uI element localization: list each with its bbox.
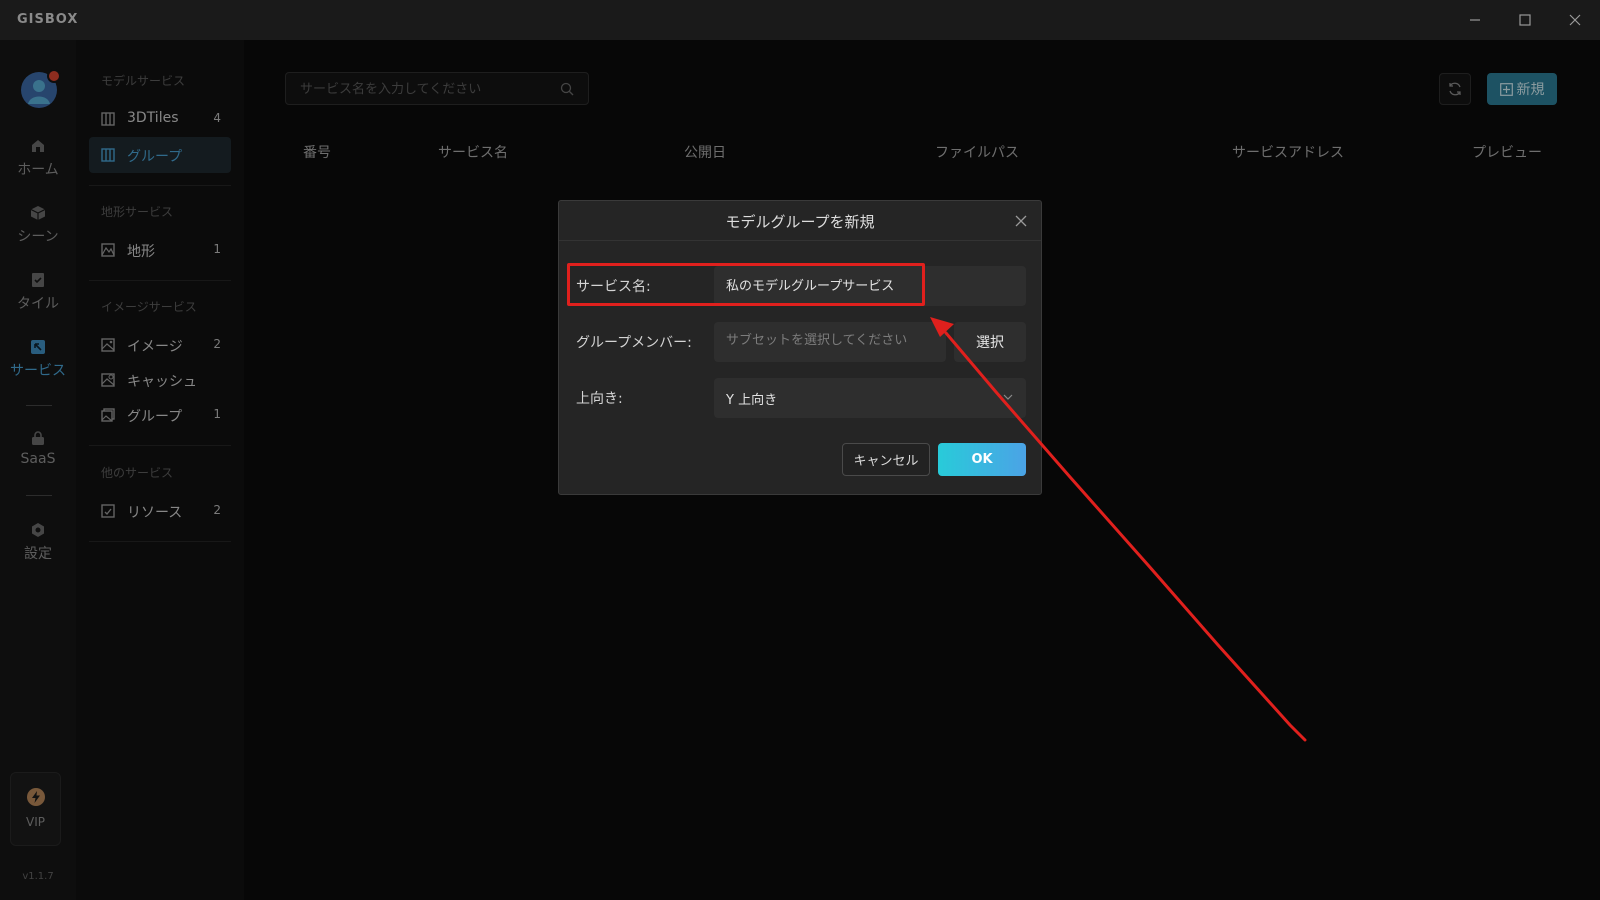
ok-label: OK bbox=[971, 452, 993, 467]
select-members-label: 選択 bbox=[976, 335, 1004, 351]
close-window-button[interactable] bbox=[1562, 8, 1588, 32]
select-members-button[interactable]: 選択 bbox=[954, 322, 1026, 362]
dialog-title: モデルグループを新規 bbox=[725, 213, 875, 231]
dialog-header: モデルグループを新規 bbox=[559, 201, 1041, 241]
up-axis-label: 上向き: bbox=[576, 391, 623, 407]
close-icon[interactable] bbox=[1013, 213, 1029, 229]
cancel-button[interactable]: キャンセル bbox=[842, 443, 930, 476]
maximize-icon bbox=[1519, 14, 1531, 26]
title-bar: GISBOX bbox=[0, 0, 1600, 40]
annotation-highlight-box bbox=[567, 263, 925, 306]
app-window: GISBOX ホーム シーン タイル サービス SaaS 設定 VIP v1.1… bbox=[0, 0, 1600, 900]
group-members-label: グループメンバー: bbox=[576, 335, 692, 351]
cancel-label: キャンセル bbox=[853, 454, 919, 469]
up-axis-select[interactable]: Y 上向き bbox=[714, 378, 1026, 418]
group-members-input[interactable] bbox=[726, 333, 936, 348]
minimize-icon bbox=[1470, 19, 1480, 21]
app-logo: GISBOX bbox=[17, 12, 79, 27]
ok-button[interactable]: OK bbox=[938, 443, 1026, 476]
maximize-button[interactable] bbox=[1512, 8, 1538, 32]
chevron-down-icon bbox=[1003, 394, 1013, 400]
new-model-group-dialog: モデルグループを新規 サービス名: グループメンバー: 選択 上向き: Y 上向… bbox=[558, 200, 1042, 495]
up-axis-value: Y 上向き bbox=[726, 393, 778, 408]
minimize-button[interactable] bbox=[1462, 8, 1488, 32]
close-icon bbox=[1569, 14, 1581, 26]
group-members-field bbox=[714, 322, 946, 362]
